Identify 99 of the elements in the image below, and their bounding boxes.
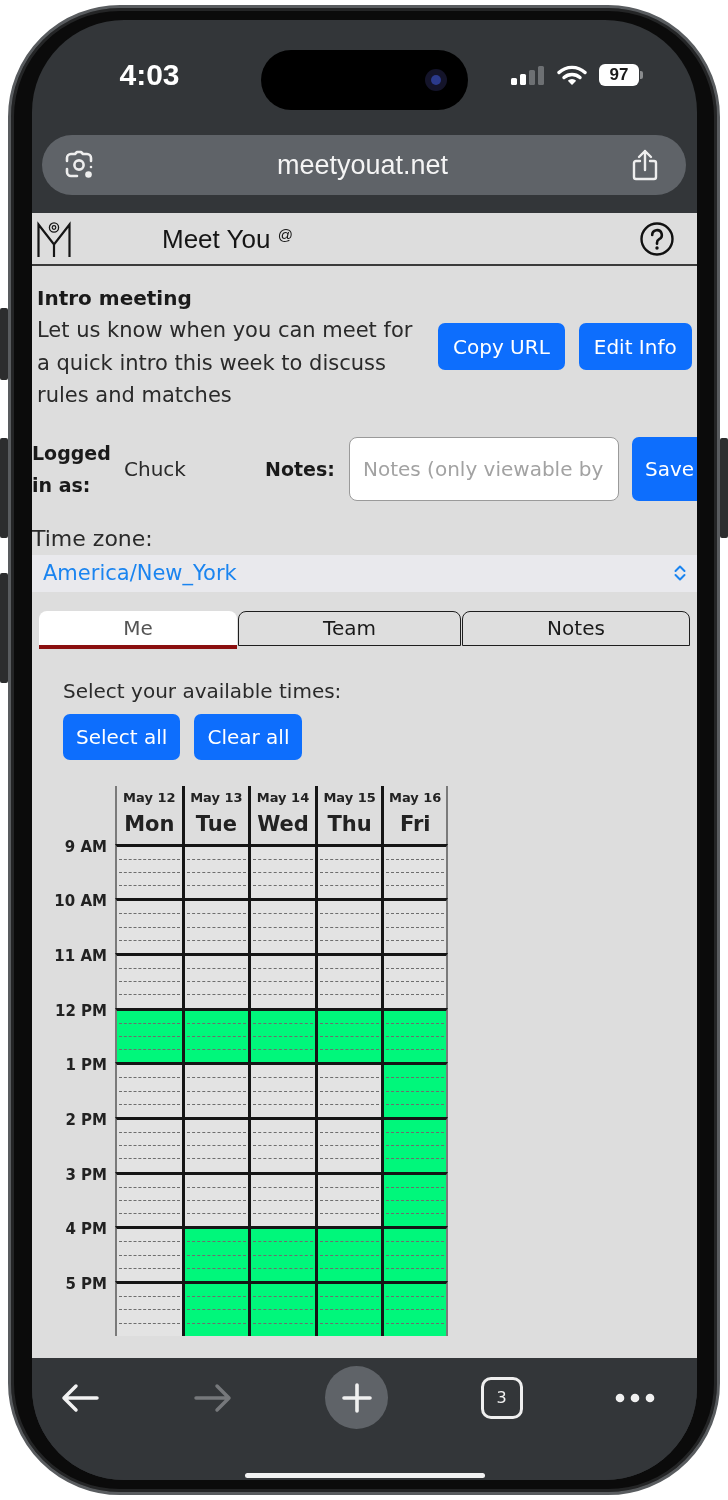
copy-url-button[interactable]: Copy URL [438, 323, 565, 371]
camera-lens-icon [424, 68, 448, 92]
date-label: May 14 [256, 789, 310, 806]
time-slot[interactable] [314, 898, 382, 953]
time-slot[interactable] [381, 952, 448, 1008]
time-slot[interactable] [181, 843, 249, 899]
clear-all-button[interactable]: Clear all [194, 713, 303, 760]
time-slot[interactable] [248, 843, 315, 899]
time-slot[interactable] [248, 1171, 315, 1227]
weekday-label: Fri [399, 810, 431, 837]
time-slot[interactable] [381, 1007, 448, 1063]
weekday-label: Wed [257, 810, 309, 837]
time-slot[interactable] [248, 1116, 315, 1172]
time-slot[interactable] [314, 843, 382, 899]
plus-icon [341, 1382, 372, 1413]
notes-label: Notes: [265, 457, 335, 480]
time-slot[interactable] [314, 1226, 382, 1281]
time-slot[interactable] [181, 1171, 249, 1227]
hour-label: 9 AM [64, 837, 107, 858]
time-slot[interactable] [314, 952, 382, 1008]
time-slot[interactable] [115, 952, 182, 1008]
tab[interactable]: Team [238, 610, 461, 646]
time-slot[interactable] [381, 1116, 448, 1172]
time-slot[interactable] [181, 1281, 249, 1336]
site-title: Meet You $^{@}$ [162, 223, 293, 254]
time-slot[interactable] [381, 1281, 448, 1336]
time-slot[interactable] [181, 1007, 249, 1063]
meeting-description: Let us know when you can meet for a quick intro this week to discuss rules and matches [37, 317, 414, 409]
time-slot[interactable] [115, 1171, 182, 1227]
time-slot[interactable] [381, 898, 448, 953]
weekday-label: Mon [124, 810, 175, 837]
select-all-button[interactable]: Select all [63, 713, 181, 760]
signal-icon [511, 65, 545, 85]
time-slot[interactable] [381, 1226, 448, 1281]
hour-label: 3 PM [65, 1165, 107, 1186]
battery-indicator: 97 [599, 64, 643, 86]
hour-label: 2 PM [65, 1110, 107, 1131]
time-slot[interactable] [181, 898, 249, 953]
time-slot[interactable] [115, 1226, 182, 1281]
tab-count-button[interactable]: 3 [480, 1376, 523, 1419]
tab[interactable]: Me [39, 610, 237, 649]
time-slot[interactable] [181, 952, 249, 1008]
notes-field[interactable]: Notes (only viewable by [349, 436, 619, 501]
time-slot[interactable] [381, 1171, 448, 1227]
time-slot[interactable] [248, 1007, 315, 1063]
status-time: 4:03 [118, 58, 181, 92]
hour-label: 4 PM [65, 1220, 107, 1241]
date-label: May 12 [123, 789, 176, 806]
weekday-label: Tue [195, 810, 237, 837]
time-slot[interactable] [314, 1171, 382, 1227]
time-slot[interactable] [248, 952, 315, 1008]
logo-icon[interactable] [36, 219, 72, 258]
user-name: Chuck [124, 456, 187, 481]
hour-label: 1 PM [65, 1056, 107, 1077]
time-slot[interactable] [181, 1062, 249, 1117]
time-slot[interactable] [381, 1062, 448, 1117]
left-arrow-icon[interactable] [60, 1382, 100, 1413]
ellipsis-icon[interactable] [615, 1392, 655, 1403]
edit-info-button[interactable]: Edit Info [578, 323, 692, 371]
weekday-label: Thu [327, 810, 372, 837]
date-label: May 13 [190, 789, 243, 806]
address-bar[interactable]: meetyouat.net [42, 135, 686, 195]
hour-label: 5 PM [65, 1275, 107, 1295]
instruction-text: Select your available times: [62, 677, 343, 705]
timezone-label: Time zone: [32, 524, 154, 553]
time-slot[interactable] [381, 843, 448, 899]
timezone-select[interactable]: America/New_York [32, 554, 697, 592]
time-slot[interactable] [314, 1281, 382, 1336]
tab[interactable]: Notes [462, 610, 690, 646]
time-slot[interactable] [115, 843, 182, 899]
time-slot[interactable] [115, 1062, 182, 1117]
time-slot[interactable] [181, 1226, 249, 1281]
time-slot[interactable] [115, 1007, 182, 1063]
time-slot[interactable] [314, 1116, 382, 1172]
time-slot[interactable] [181, 1116, 249, 1172]
save-button[interactable]: Save [632, 436, 697, 501]
hour-label: 12 PM [54, 1001, 107, 1022]
time-slot[interactable] [248, 1062, 315, 1117]
logged-in-label: Logged in as: [32, 440, 112, 498]
hour-label: 11 AM [54, 946, 107, 967]
hour-label: 10 AM [54, 892, 107, 913]
meeting-title: Intro meeting [37, 285, 193, 312]
time-slot[interactable] [314, 1007, 382, 1063]
time-slot[interactable] [115, 1281, 182, 1336]
wifi-icon [557, 64, 587, 86]
time-slot[interactable] [248, 1281, 315, 1336]
share-icon[interactable] [631, 149, 659, 181]
lens-icon[interactable] [64, 150, 94, 180]
url-text: meetyouat.net [275, 149, 450, 181]
help-icon[interactable] [640, 221, 674, 256]
time-slot[interactable] [115, 1116, 182, 1172]
date-label: May 16 [388, 789, 442, 806]
date-label: May 15 [323, 789, 376, 806]
time-slot[interactable] [115, 898, 182, 953]
time-slot[interactable] [248, 1226, 315, 1281]
time-slot[interactable] [314, 1062, 382, 1117]
time-slot[interactable] [248, 898, 315, 953]
up-down-chevron-icon [673, 564, 687, 582]
phone-edge-ridge [0, 308, 8, 380]
